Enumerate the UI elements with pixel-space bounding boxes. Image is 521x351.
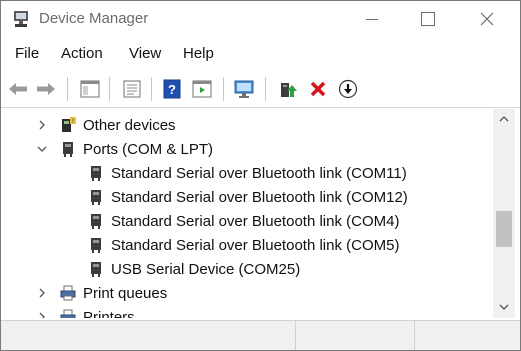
toolbar-separator (151, 77, 152, 101)
chevron-right-icon[interactable] (37, 288, 47, 298)
chevron-right-icon[interactable] (37, 312, 47, 318)
status-cell (296, 321, 415, 350)
scroll-up-icon[interactable] (499, 115, 509, 123)
minimize-button[interactable] (349, 1, 395, 37)
device-manager-window: Device Manager File Action View Help ? !… (0, 0, 521, 351)
menu-bar: File Action View Help (1, 41, 520, 67)
tree-node-label: Standard Serial over Bluetooth link (COM… (111, 164, 407, 182)
tree-node-label: USB Serial Device (COM25) (111, 260, 301, 278)
device-tree: ! Other devices Ports (COM & LPT) Standa… (5, 109, 493, 318)
status-cell (1, 321, 296, 350)
scan-hardware-icon (234, 80, 254, 98)
status-bar (1, 320, 520, 350)
tree-node-print-queues[interactable]: Print queues (37, 281, 167, 305)
back-arrow-icon (9, 83, 27, 95)
disable-device-icon (338, 79, 358, 99)
toolbar-separator (223, 77, 224, 101)
details-pane-icon (192, 80, 212, 98)
menu-view[interactable]: View (129, 45, 161, 62)
forward-button[interactable] (35, 78, 57, 100)
port-icon (91, 190, 101, 205)
uninstall-device-icon (310, 81, 326, 97)
scan-hardware-button[interactable] (233, 78, 255, 100)
tree-node-label: Other devices (83, 116, 176, 134)
tree-node-printers[interactable]: Printers (37, 305, 135, 318)
chevron-right-icon[interactable] (37, 120, 47, 130)
tree-node-label: Printers (83, 308, 135, 319)
tree-node-com12[interactable]: Standard Serial over Bluetooth link (COM… (87, 185, 408, 209)
properties-icon (123, 80, 141, 98)
maximize-icon (421, 12, 435, 26)
close-icon (480, 12, 494, 26)
show-hide-console-tree-icon (80, 80, 100, 98)
toolbar-separator (265, 77, 266, 101)
tree-node-com11[interactable]: Standard Serial over Bluetooth link (COM… (87, 161, 407, 185)
tree-node-label: Standard Serial over Bluetooth link (COM… (111, 236, 400, 254)
properties-button[interactable] (121, 78, 143, 100)
printer-icon (60, 285, 76, 301)
toolbar-separator (109, 77, 110, 101)
back-button[interactable] (7, 78, 29, 100)
scroll-down-icon[interactable] (499, 303, 509, 311)
menu-action[interactable]: Action (61, 45, 103, 62)
tree-node-label: Standard Serial over Bluetooth link (COM… (111, 188, 408, 206)
close-button[interactable] (464, 1, 510, 37)
window-title: Device Manager (39, 10, 149, 27)
update-driver-icon (281, 83, 297, 97)
vertical-scrollbar[interactable] (493, 109, 515, 318)
port-icon (91, 214, 101, 229)
menu-file[interactable]: File (15, 45, 39, 62)
status-cell (415, 321, 519, 350)
tree-node-label: Print queues (83, 284, 168, 302)
maximize-button[interactable] (405, 1, 451, 37)
tree-node-label: Standard Serial over Bluetooth link (COM… (111, 212, 400, 230)
tree-node-other-devices[interactable]: ! Other devices (37, 113, 176, 137)
other-devices-icon: ! (62, 117, 76, 132)
menu-help[interactable]: Help (183, 45, 214, 62)
tree-node-com25[interactable]: USB Serial Device (COM25) (87, 257, 300, 281)
scroll-thumb[interactable] (496, 211, 512, 247)
disable-device-button[interactable] (337, 78, 359, 100)
title-bar: Device Manager (1, 1, 520, 37)
toolbar-separator (67, 77, 68, 101)
printer-icon (60, 309, 76, 318)
port-icon (63, 142, 73, 157)
device-manager-app-icon (14, 11, 28, 27)
chevron-down-icon[interactable] (37, 144, 47, 154)
port-icon (91, 262, 101, 277)
toolbar: ? (1, 71, 520, 108)
port-icon (91, 238, 101, 253)
forward-arrow-icon (37, 83, 55, 95)
svg-text:?: ? (168, 82, 176, 97)
help-button[interactable]: ? (161, 78, 183, 100)
tree-node-ports[interactable]: Ports (COM & LPT) (37, 137, 213, 161)
uninstall-device-button[interactable] (307, 78, 329, 100)
tree-node-com5[interactable]: Standard Serial over Bluetooth link (COM… (87, 233, 399, 257)
details-pane-button[interactable] (191, 78, 213, 100)
help-icon: ? (163, 79, 181, 99)
minimize-icon (366, 18, 378, 20)
show-hide-console-tree-button[interactable] (79, 78, 101, 100)
tree-node-label: Ports (COM & LPT) (83, 140, 214, 158)
port-icon (91, 166, 101, 181)
update-driver-button[interactable] (277, 78, 299, 100)
tree-node-com4[interactable]: Standard Serial over Bluetooth link (COM… (87, 209, 399, 233)
